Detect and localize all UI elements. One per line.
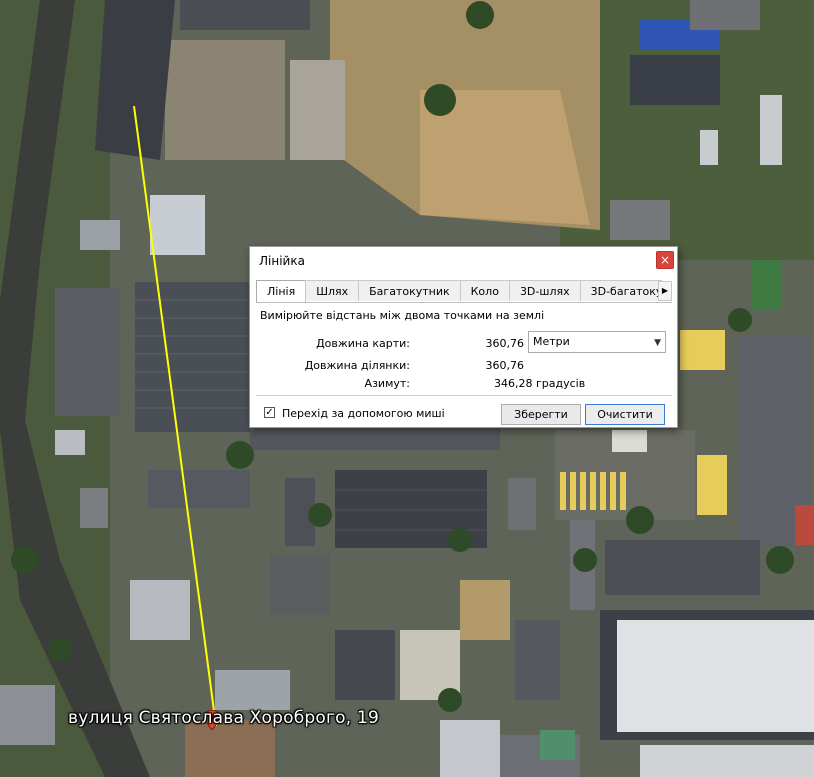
unit-select[interactable]: Метри ▼ bbox=[528, 331, 666, 353]
save-button[interactable]: Зберегти bbox=[501, 404, 581, 425]
tab-circle[interactable]: Коло bbox=[459, 280, 510, 301]
tab-bar: Лінія Шлях Багатокутник Коло 3D-шлях 3D-багат… bbox=[256, 280, 662, 302]
mouse-nav-label[interactable]: Перехід за допомогою миші bbox=[282, 407, 445, 420]
ruler-dialog: Лінійка × Лінія Шлях Багатокутник Коло 3D-шл… bbox=[249, 246, 678, 428]
mouse-nav-checkbox[interactable]: ✓ bbox=[264, 407, 275, 418]
segment-length-value: 360,76 bbox=[485, 359, 525, 372]
divider bbox=[256, 395, 672, 396]
place-label[interactable]: вулиця Святослава Хороброго, 19 bbox=[68, 708, 379, 728]
tab-3d-polygon[interactable]: 3D-багатокут bbox=[579, 280, 662, 301]
unit-select-value: Метри bbox=[533, 335, 570, 348]
tab-path[interactable]: Шлях bbox=[305, 280, 360, 301]
map-length-label: Довжина карти: bbox=[316, 337, 410, 350]
tab-3d-path[interactable]: 3D-шлях bbox=[508, 280, 581, 301]
tab-scroll-right-icon[interactable]: ▶ bbox=[658, 281, 672, 301]
chevron-down-icon: ▼ bbox=[654, 338, 661, 348]
close-button[interactable]: × bbox=[656, 251, 674, 269]
clear-button[interactable]: Очистити bbox=[585, 404, 665, 425]
tab-line[interactable]: Лінія bbox=[256, 280, 307, 302]
tab-panel-border bbox=[256, 302, 672, 303]
segment-length-label: Довжина ділянки: bbox=[304, 359, 410, 372]
azimuth-value: 346,28 градусів bbox=[494, 377, 586, 390]
instruction-text: Вимірюйте відстань між двома точками на … bbox=[260, 309, 545, 322]
tab-polygon[interactable]: Багатокутник bbox=[358, 280, 461, 301]
dialog-title: Лінійка bbox=[259, 254, 305, 268]
map-length-value: 360,76 bbox=[485, 337, 525, 350]
azimuth-label: Азимут: bbox=[364, 377, 410, 390]
